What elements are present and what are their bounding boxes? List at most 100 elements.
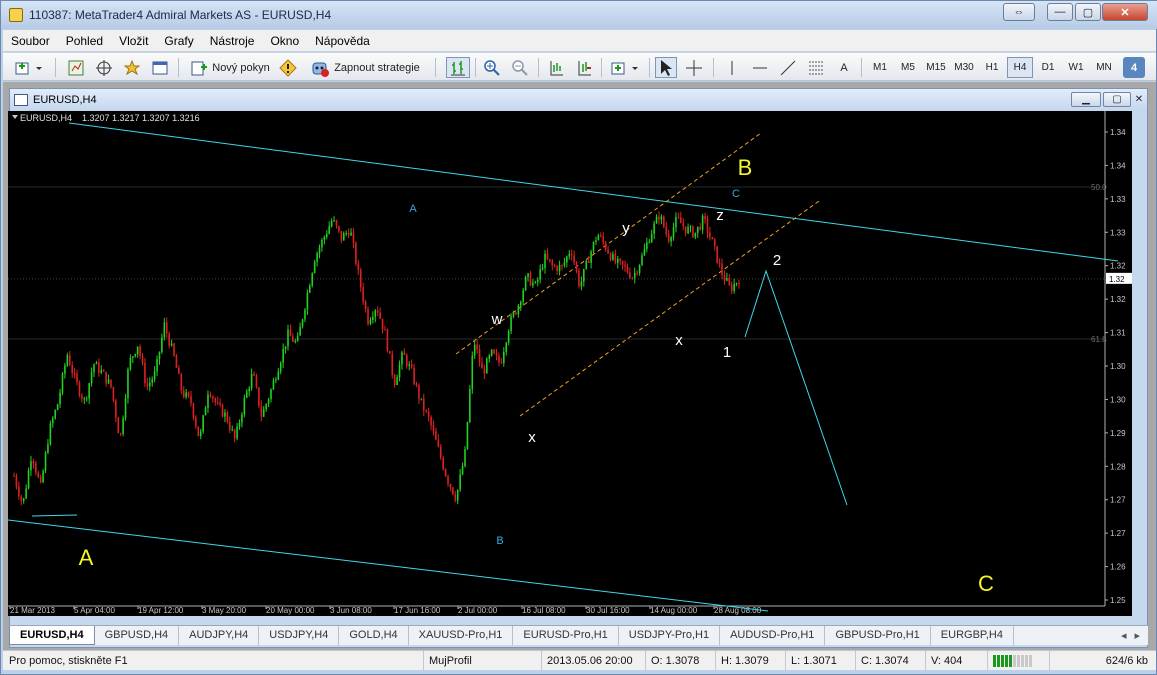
- menu-insert[interactable]: Vložit: [111, 34, 156, 48]
- wave-label-y: y: [622, 220, 630, 237]
- connection-indicator[interactable]: [987, 651, 1049, 671]
- timeframe-w1[interactable]: W1: [1063, 57, 1089, 78]
- tab-eurgbp-h4[interactable]: EURGBP,H4: [931, 626, 1014, 645]
- candle-body: [22, 498, 25, 501]
- badge-button[interactable]: 4: [1123, 57, 1145, 78]
- candle-body: [233, 429, 236, 439]
- tab-gold-h4[interactable]: GOLD,H4: [339, 626, 409, 645]
- candle-body: [699, 226, 702, 230]
- candle-body: [505, 342, 508, 352]
- text-tool-button[interactable]: A: [833, 57, 855, 78]
- timeframe-m5[interactable]: M5: [895, 57, 921, 78]
- menu-help[interactable]: Nápověda: [307, 34, 378, 48]
- indicators-button[interactable]: [609, 57, 643, 78]
- candle-body: [296, 335, 299, 342]
- candle-body: [675, 217, 677, 228]
- menu-tools[interactable]: Nástroje: [202, 34, 263, 48]
- candle-body: [587, 260, 590, 263]
- candle-body: [398, 364, 401, 378]
- price-tick-label: 1.25: [1110, 596, 1126, 605]
- candle-body: [534, 281, 537, 283]
- candle-body: [146, 383, 149, 387]
- candle-body: [522, 290, 524, 302]
- zoom-in-button[interactable]: [481, 57, 503, 78]
- tab-xauusd-pro-h1[interactable]: XAUUSD-Pro,H1: [409, 626, 514, 645]
- timeframe-m15[interactable]: M15: [923, 57, 949, 78]
- tab-gbpusd-h4[interactable]: GBPUSD,H4: [95, 626, 180, 645]
- tab-usdjpy-h4[interactable]: USDJPY,H4: [259, 626, 340, 645]
- menu-file[interactable]: Soubor: [3, 34, 58, 48]
- candle-body: [374, 310, 377, 317]
- tab-usdjpy-pro-h1[interactable]: USDJPY-Pro,H1: [619, 626, 721, 645]
- candle-body: [447, 476, 449, 484]
- candle-body: [236, 426, 238, 439]
- candle-body: [566, 256, 568, 263]
- candle-body: [364, 301, 367, 310]
- timeframe-m30[interactable]: M30: [951, 57, 977, 78]
- candle-body: [512, 312, 515, 317]
- terminal-button[interactable]: [149, 57, 171, 78]
- candle-body: [442, 457, 444, 470]
- tab-scroll-left-icon[interactable]: ◂: [1121, 629, 1127, 645]
- candle-body: [592, 241, 595, 252]
- candle-body: [680, 217, 682, 224]
- chart-close-button[interactable]: ✕: [1132, 92, 1146, 107]
- restore-layout-button[interactable]: ⇔: [1003, 3, 1035, 21]
- vertical-line-button[interactable]: [721, 57, 743, 78]
- timeframe-d1[interactable]: D1: [1035, 57, 1061, 78]
- menu-window[interactable]: Okno: [262, 34, 307, 48]
- market-watch-button[interactable]: [65, 57, 87, 78]
- price-chart[interactable]: 1.34 1.34 1.33 1.33 1.32 1.32 1.31 1.30 1.30 1.29…: [8, 111, 1132, 616]
- chart-window-titlebar[interactable]: EURUSD,H4 ▁ ▢ ✕: [10, 89, 1147, 111]
- navigator-button[interactable]: [121, 57, 143, 78]
- timeframe-h4[interactable]: H4: [1007, 57, 1033, 78]
- trendline-icon: [780, 60, 796, 75]
- zoom-out-button[interactable]: [509, 57, 531, 78]
- tab-gbpusd-pro-h1[interactable]: GBPUSD-Pro,H1: [825, 626, 931, 645]
- status-profile[interactable]: MujProfil: [423, 651, 541, 671]
- crosshair-button[interactable]: [683, 57, 705, 78]
- fibonacci-button[interactable]: [805, 57, 827, 78]
- chart-shift-button[interactable]: [545, 57, 567, 78]
- bar-chart-button[interactable]: [446, 57, 470, 78]
- tab-audjpy-h4[interactable]: AUDJPY,H4: [179, 626, 260, 645]
- horizontal-line-button[interactable]: [749, 57, 771, 78]
- close-button[interactable]: ✕: [1102, 3, 1148, 21]
- timeframe-m1[interactable]: M1: [867, 57, 893, 78]
- candle-body: [241, 414, 243, 423]
- menu-charts[interactable]: Grafy: [156, 34, 201, 48]
- price-tick-label: 1.33: [1110, 195, 1126, 204]
- current-price-label: 1.32: [1109, 275, 1125, 284]
- candle-body: [258, 387, 260, 406]
- candle-body: [340, 230, 343, 241]
- tab-eurusd-pro-h1[interactable]: EURUSD-Pro,H1: [513, 626, 619, 645]
- timeframe-h1[interactable]: H1: [979, 57, 1005, 78]
- tab-eurusd-h4[interactable]: EURUSD,H4: [9, 626, 95, 645]
- new-chart-icon: [15, 62, 42, 74]
- tab-audusd-pro-h1[interactable]: AUDUSD-Pro,H1: [720, 626, 826, 645]
- tab-scroll-right-icon[interactable]: ▸: [1134, 629, 1140, 645]
- minimize-button[interactable]: —: [1047, 3, 1073, 21]
- data-window-button[interactable]: [93, 57, 115, 78]
- connection-bar-icon: [1025, 655, 1028, 667]
- candle-body: [430, 416, 432, 426]
- maximize-button[interactable]: ▢: [1075, 3, 1101, 21]
- new-order-button[interactable]: Nový pokyn: [185, 57, 275, 78]
- cursor-button[interactable]: [655, 57, 677, 78]
- autotrading-button[interactable]: Zapnout strategie: [303, 57, 427, 78]
- title-bar[interactable]: 110387: MetaTrader4 Admiral Markets AS -…: [1, 1, 1157, 29]
- candle-body: [231, 429, 234, 431]
- menu-view[interactable]: Pohled: [58, 34, 111, 48]
- new-chart-button[interactable]: [13, 57, 47, 78]
- candle-body: [658, 216, 660, 220]
- chart-minimize-button[interactable]: ▁: [1071, 92, 1101, 107]
- chart-maximize-button[interactable]: ▢: [1103, 92, 1131, 107]
- timeframe-mn[interactable]: MN: [1091, 57, 1117, 78]
- candle-body: [68, 355, 71, 366]
- alert-button[interactable]: [277, 57, 299, 78]
- trendline-button[interactable]: [777, 57, 799, 78]
- autoscroll-button[interactable]: [573, 57, 595, 78]
- candle-body: [216, 402, 219, 404]
- candle-body: [277, 371, 280, 380]
- candle-body: [517, 305, 520, 315]
